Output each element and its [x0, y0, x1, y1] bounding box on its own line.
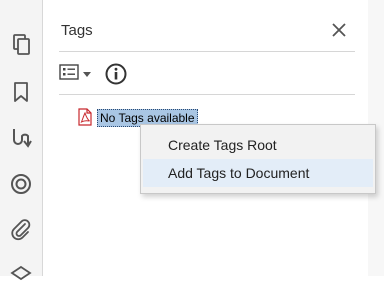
menu-item-create-tags-root[interactable]: Create Tags Root: [143, 131, 373, 159]
layers-target-icon[interactable]: [6, 169, 36, 199]
menu-item-add-tags-to-document[interactable]: Add Tags to Document: [143, 159, 373, 187]
options-list-icon: [59, 63, 79, 83]
chevron-down-icon: [83, 66, 91, 81]
pages-icon[interactable]: [6, 30, 36, 60]
pdf-file-icon: [77, 107, 93, 129]
info-icon[interactable]: [104, 62, 128, 86]
menu-item-label: Create Tags Root: [168, 137, 277, 153]
toolbar-divider: [59, 94, 355, 95]
panel-title: Tags: [61, 22, 93, 39]
content-order-icon[interactable]: [6, 123, 36, 153]
bookmark-icon[interactable]: [6, 77, 36, 107]
menu-item-label: Add Tags to Document: [168, 165, 310, 181]
options-menu-button[interactable]: [59, 62, 99, 84]
left-navigation-rail: [0, 0, 43, 281]
header-divider: [59, 51, 355, 52]
layers-icon[interactable]: [6, 258, 36, 288]
context-menu: Create Tags Root Add Tags to Document: [140, 124, 376, 194]
attachment-icon[interactable]: [6, 215, 36, 245]
close-icon[interactable]: [329, 20, 349, 40]
